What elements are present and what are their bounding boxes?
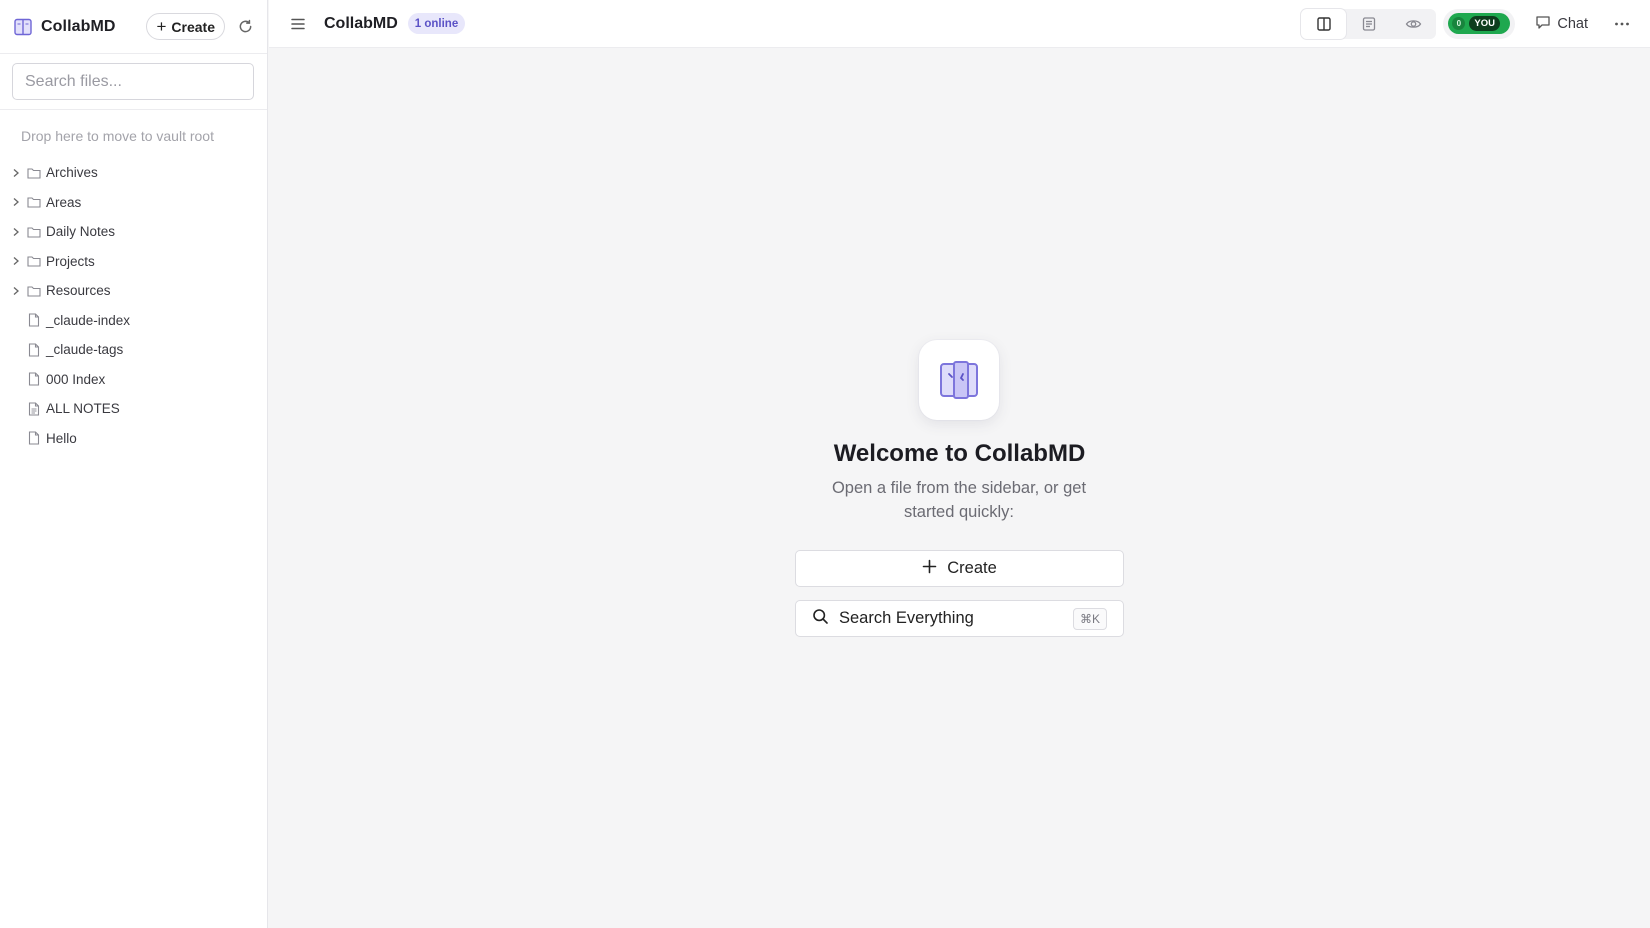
folder-icon: [27, 195, 41, 209]
file-search-area: [0, 54, 267, 110]
tree-item-archives[interactable]: Archives: [0, 158, 267, 188]
tree-item-label: Daily Notes: [46, 224, 116, 240]
file-icon: [27, 343, 41, 357]
file-search-input[interactable]: [12, 63, 254, 100]
tree-item-label: Projects: [46, 253, 95, 269]
main-content: Welcome to CollabMD Open a file from the…: [269, 49, 1650, 928]
refresh-icon[interactable]: [235, 17, 255, 37]
welcome-create-button[interactable]: Create: [795, 550, 1124, 587]
chat-bubble-icon: [1535, 14, 1551, 34]
chevron-right-icon[interactable]: [9, 166, 23, 180]
chat-label: Chat: [1557, 15, 1588, 32]
plus-icon: +: [156, 16, 167, 36]
tree-item-label: 000 Index: [46, 371, 106, 387]
file-icon: [27, 313, 41, 327]
preview-view-button[interactable]: [1391, 9, 1436, 39]
chat-button[interactable]: Chat: [1535, 14, 1588, 34]
chevron-right-icon[interactable]: [9, 254, 23, 268]
editor-view-button[interactable]: [1346, 9, 1391, 39]
tree-item-label: Areas: [46, 194, 82, 210]
chevron-right-icon[interactable]: [9, 284, 23, 298]
hamburger-menu-icon[interactable]: [288, 14, 308, 34]
tree-item-projects[interactable]: Projects: [0, 247, 267, 277]
view-mode-toggle: [1301, 8, 1437, 39]
tree-item-label: Hello: [46, 430, 77, 446]
more-options-icon[interactable]: [1612, 14, 1632, 34]
sidebar-header: CollabMD + Create: [0, 0, 267, 54]
tree-item-claude-tags[interactable]: _claude-tags: [0, 335, 267, 365]
top-bar: CollabMD 1 online 0 YOU Chat: [269, 0, 1650, 48]
brand-name: CollabMD: [41, 17, 116, 35]
chevron-right-icon[interactable]: [9, 225, 23, 239]
app-title: CollabMD: [324, 14, 398, 32]
tree-item-label: Resources: [46, 283, 111, 299]
welcome-subtitle: Open a file from the sidebar, or get sta…: [831, 479, 1087, 521]
file-tree: Archives Areas Daily Notes Projects Reso…: [0, 156, 267, 453]
folder-icon: [27, 284, 41, 298]
collabmd-logo-icon: [13, 17, 33, 37]
split-view-button[interactable]: [1301, 8, 1347, 39]
presence-pill: 0 YOU: [1448, 13, 1511, 34]
tree-item-label: ALL NOTES: [46, 401, 120, 417]
vault-root-drop-zone[interactable]: Drop here to move to vault root: [0, 110, 267, 156]
tree-item-claude-index[interactable]: _claude-index: [0, 306, 267, 336]
file-text-icon: [27, 402, 41, 416]
tree-item-000-index[interactable]: 000 Index: [0, 365, 267, 395]
folder-icon: [27, 225, 41, 239]
keyboard-shortcut-badge: ⌘K: [1072, 607, 1107, 630]
sidebar: CollabMD + Create Drop here to move to v…: [0, 0, 268, 928]
welcome-create-label: Create: [947, 559, 997, 577]
search-everything-button[interactable]: Search Everything ⌘K: [795, 600, 1124, 637]
create-button-label: Create: [171, 18, 215, 35]
tree-item-hello[interactable]: Hello: [0, 424, 267, 454]
search-everything-label: Search Everything: [839, 609, 974, 627]
online-count-badge: 1 online: [407, 13, 466, 34]
folder-icon: [27, 166, 41, 180]
collabmd-app-icon: [919, 340, 999, 420]
welcome-title: Welcome to CollabMD: [833, 440, 1086, 467]
file-icon: [27, 431, 41, 445]
plus-icon: [922, 559, 937, 579]
presence-indicator[interactable]: 0 YOU: [1443, 8, 1516, 39]
chevron-right-icon[interactable]: [9, 195, 23, 209]
folder-icon: [27, 254, 41, 268]
tree-item-label: _claude-tags: [46, 342, 124, 358]
tree-item-areas[interactable]: Areas: [0, 188, 267, 218]
sidebar-create-button[interactable]: + Create: [146, 13, 225, 40]
tree-item-resources[interactable]: Resources: [0, 276, 267, 306]
tree-item-all-notes[interactable]: ALL NOTES: [0, 394, 267, 424]
presence-you-label: YOU: [1469, 16, 1500, 31]
tree-item-label: _claude-index: [46, 312, 131, 328]
search-icon: [812, 608, 829, 630]
file-icon: [27, 372, 41, 386]
tree-item-label: Archives: [46, 165, 98, 181]
tree-item-daily-notes[interactable]: Daily Notes: [0, 217, 267, 247]
presence-count: 0: [1452, 17, 1466, 30]
